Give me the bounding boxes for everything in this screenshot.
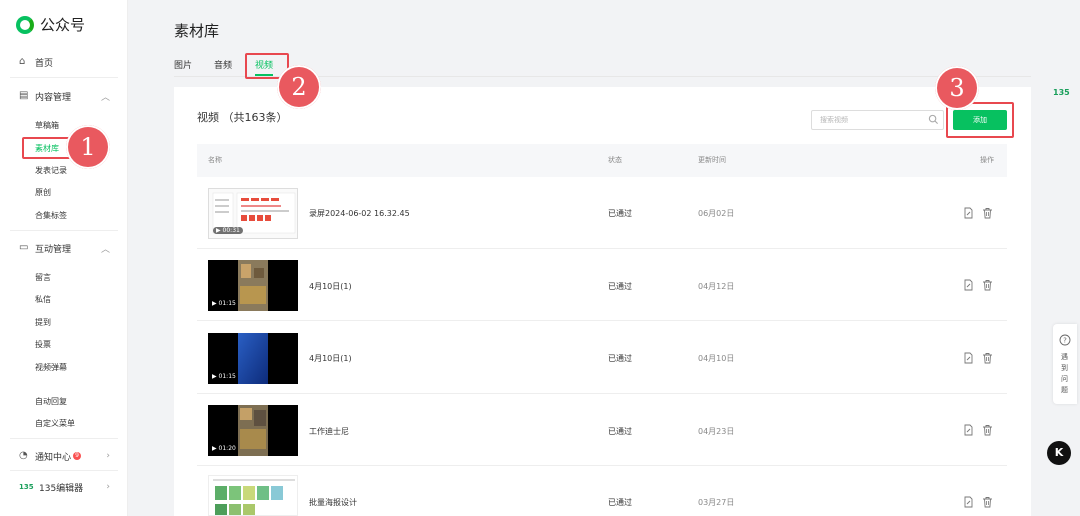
delete-icon[interactable]	[982, 207, 993, 219]
row-actions	[963, 207, 993, 219]
sidebar-item-home[interactable]: ⌂ 首页	[0, 50, 128, 74]
sidebar-group-content[interactable]: ▤ 内容管理 ︿	[0, 84, 128, 108]
column-header-actions: 操作	[980, 156, 994, 164]
video-duration: ▶ 01:15	[212, 373, 236, 380]
home-icon: ⌂	[19, 56, 26, 67]
tab-images[interactable]: 图片	[174, 58, 192, 71]
chevron-right-icon: ›	[106, 451, 110, 461]
chevron-up-icon: ︿	[100, 92, 110, 103]
sidebar-item-auto-reply[interactable]: 自动回复	[35, 396, 67, 407]
edit-icon[interactable]	[963, 207, 974, 219]
video-duration: ▶ 01:20	[212, 445, 236, 452]
video-name: 批量海报设计	[309, 498, 357, 507]
divider	[10, 470, 118, 471]
sidebar-item-collection-tags[interactable]: 合集标签	[35, 210, 67, 221]
row-actions	[963, 352, 993, 364]
video-date: 04月12日	[698, 282, 735, 291]
k-assistant-button[interactable]: K	[1047, 441, 1071, 465]
chevron-right-icon: ›	[106, 482, 110, 492]
divider	[10, 230, 118, 231]
video-duration: ▶ 00:31	[213, 227, 243, 234]
sidebar-item-custom-menu[interactable]: 自定义菜单	[35, 418, 75, 429]
sidebar-item-notifications[interactable]: ◔ 通知中心 9 ›	[0, 444, 128, 468]
step-marker-2: 2	[277, 65, 321, 109]
step-marker-1: 1	[66, 125, 110, 169]
search-input[interactable]	[812, 111, 922, 129]
sidebar-item-messages[interactable]: 私信	[35, 294, 51, 305]
row-actions	[963, 424, 993, 436]
video-status: 已通过	[608, 427, 632, 436]
bell-icon: ◔	[19, 450, 28, 461]
video-name: 4月10日(1)	[309, 282, 352, 291]
editor-135-shortcut[interactable]: 135	[1053, 88, 1073, 104]
panel-title: 视频 （共163条）	[197, 111, 288, 124]
row-actions	[963, 496, 993, 508]
table-header	[197, 144, 1007, 177]
divider	[10, 438, 118, 439]
app-title: 公众号	[40, 16, 86, 34]
poster-design-preview	[209, 476, 297, 515]
video-status: 已通过	[608, 354, 632, 363]
video-date: 06月02日	[698, 209, 735, 218]
video-status: 已通过	[608, 209, 632, 218]
divider	[10, 77, 118, 78]
video-thumbnail[interactable]	[208, 475, 298, 516]
sidebar-item-publish-records[interactable]: 发表记录	[35, 165, 67, 176]
chevron-up-icon: ︿	[100, 244, 110, 255]
chat-icon: ▭	[19, 242, 29, 253]
edit-icon[interactable]	[963, 352, 974, 364]
logo[interactable]: 公众号	[16, 14, 85, 35]
video-thumbnail[interactable]: ▶ 01:20	[208, 405, 298, 456]
question-icon: ?	[1059, 334, 1071, 346]
edit-icon[interactable]	[963, 279, 974, 291]
editor-135-icon: 135	[19, 483, 34, 491]
sidebar-item-mentions[interactable]: 提到	[35, 317, 51, 328]
column-header-name: 名称	[208, 156, 222, 164]
sidebar-group-interact[interactable]: ▭ 互动管理 ︿	[0, 236, 128, 260]
sidebar-item-comments[interactable]: 留言	[35, 272, 51, 283]
notification-badge: 9	[73, 452, 82, 460]
svg-text:?: ?	[1063, 337, 1067, 345]
video-status: 已通过	[608, 282, 632, 291]
edit-icon[interactable]	[963, 496, 974, 508]
video-thumbnail[interactable]: ▶ 01:15	[208, 260, 298, 311]
table-row	[197, 466, 1007, 516]
video-name: 录屏2024-06-02 16.32.45	[309, 209, 410, 218]
video-status: 已通过	[608, 498, 632, 507]
delete-icon[interactable]	[982, 352, 993, 364]
video-date: 04月23日	[698, 427, 735, 436]
sidebar-item-135-editor[interactable]: 135 135编辑器 ›	[0, 475, 128, 499]
edit-icon[interactable]	[963, 424, 974, 436]
wechat-mp-logo-icon	[16, 15, 34, 34]
sidebar-item-votes[interactable]: 投票	[35, 339, 51, 350]
video-thumbnail[interactable]: ▶ 00:31	[208, 188, 298, 239]
video-date: 03月27日	[698, 498, 735, 507]
document-icon: ▤	[19, 90, 29, 101]
row-actions	[963, 279, 993, 291]
delete-icon[interactable]	[982, 496, 993, 508]
step-marker-3: 3	[935, 66, 979, 110]
video-thumbnail[interactable]: ▶ 01:15	[208, 333, 298, 384]
delete-icon[interactable]	[982, 424, 993, 436]
sidebar-item-drafts[interactable]: 草稿箱	[35, 120, 59, 131]
sidebar-item-original[interactable]: 原创	[35, 187, 51, 198]
video-name: 工作迪士尼	[309, 427, 349, 436]
sidebar-item-danmaku[interactable]: 视频弹幕	[35, 362, 67, 373]
delete-icon[interactable]	[982, 279, 993, 291]
sidebar: 公众号 ⌂ 首页 ▤ 内容管理 ︿ 草稿箱 素材库 发表记录 原创 合集标签 ▭…	[0, 0, 128, 516]
column-header-status: 状态	[608, 156, 622, 164]
video-duration: ▶ 01:15	[212, 300, 236, 307]
search-icon[interactable]	[928, 114, 939, 125]
search-box[interactable]	[811, 110, 944, 130]
video-name: 4月10日(1)	[309, 354, 352, 363]
tab-audio[interactable]: 音频	[214, 58, 232, 71]
column-header-updated: 更新时间	[698, 156, 726, 164]
help-panel[interactable]: ? 遇到问题	[1053, 324, 1077, 404]
help-label: 遇到问题	[1061, 353, 1068, 394]
video-date: 04月10日	[698, 354, 735, 363]
page-title: 素材库	[174, 22, 220, 40]
